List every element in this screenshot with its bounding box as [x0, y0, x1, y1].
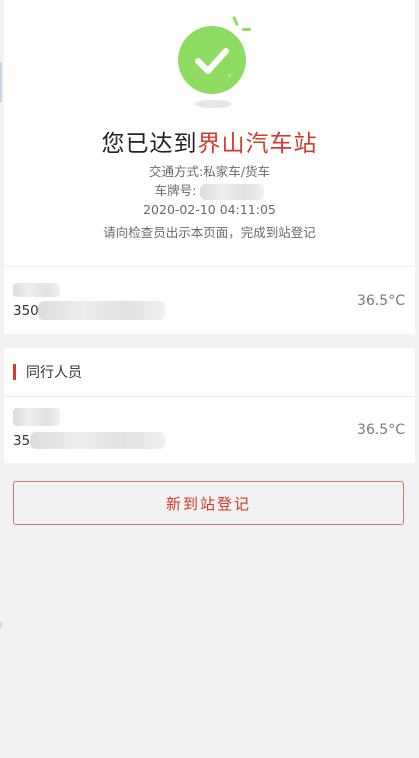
transport-mode: 交通方式:私家车/货车 — [149, 164, 270, 179]
left-edge-mark — [0, 622, 2, 628]
id-prefix: 350 — [13, 303, 39, 319]
instruction-text: 请向检查员出示本页面，完成到站登记 — [103, 225, 316, 240]
companion-row: 35 36.5°C — [4, 397, 415, 463]
success-circle — [178, 26, 246, 94]
spark-icon — [242, 28, 251, 31]
left-edge-mark — [0, 62, 2, 102]
section-accent-bar — [13, 364, 16, 380]
check-shadow — [194, 100, 232, 108]
spark-icon — [228, 74, 231, 77]
temperature: 36.5°C — [357, 422, 405, 438]
companions-section-header: 同行人员 — [4, 348, 415, 397]
page-title: 您已达到界山汽车站 — [4, 124, 415, 158]
arrival-header: 您已达到界山汽车站 交通方式:私家车/货车 车牌号: 2020-02-10 04… — [4, 0, 415, 266]
plate-number-line: 车牌号: — [4, 180, 415, 200]
id-number-redacted — [30, 432, 165, 449]
person-name-redacted — [13, 283, 60, 297]
id-prefix: 35 — [13, 433, 31, 449]
plate-label: 车牌号: — [154, 183, 197, 198]
plate-number-redacted — [200, 183, 265, 200]
companion-name-redacted — [13, 408, 60, 426]
checkmark-icon — [195, 48, 229, 74]
person-row: 350 36.5°C — [4, 267, 415, 334]
new-registration-button[interactable]: 新到站登记 — [13, 481, 404, 525]
section-title: 同行人员 — [26, 365, 82, 381]
arrival-time: 2020-02-10 04:11:05 — [143, 202, 276, 217]
temperature: 36.5°C — [357, 292, 405, 309]
title-prefix: 您已达到 — [101, 131, 198, 157]
page: 您已达到界山汽车站 交通方式:私家车/货车 车牌号: 2020-02-10 04… — [0, 0, 419, 758]
id-number-redacted — [38, 301, 165, 320]
station-name: 界山汽车站 — [197, 131, 318, 157]
spark-icon — [232, 15, 239, 27]
check-circle-icon — [174, 15, 254, 112]
